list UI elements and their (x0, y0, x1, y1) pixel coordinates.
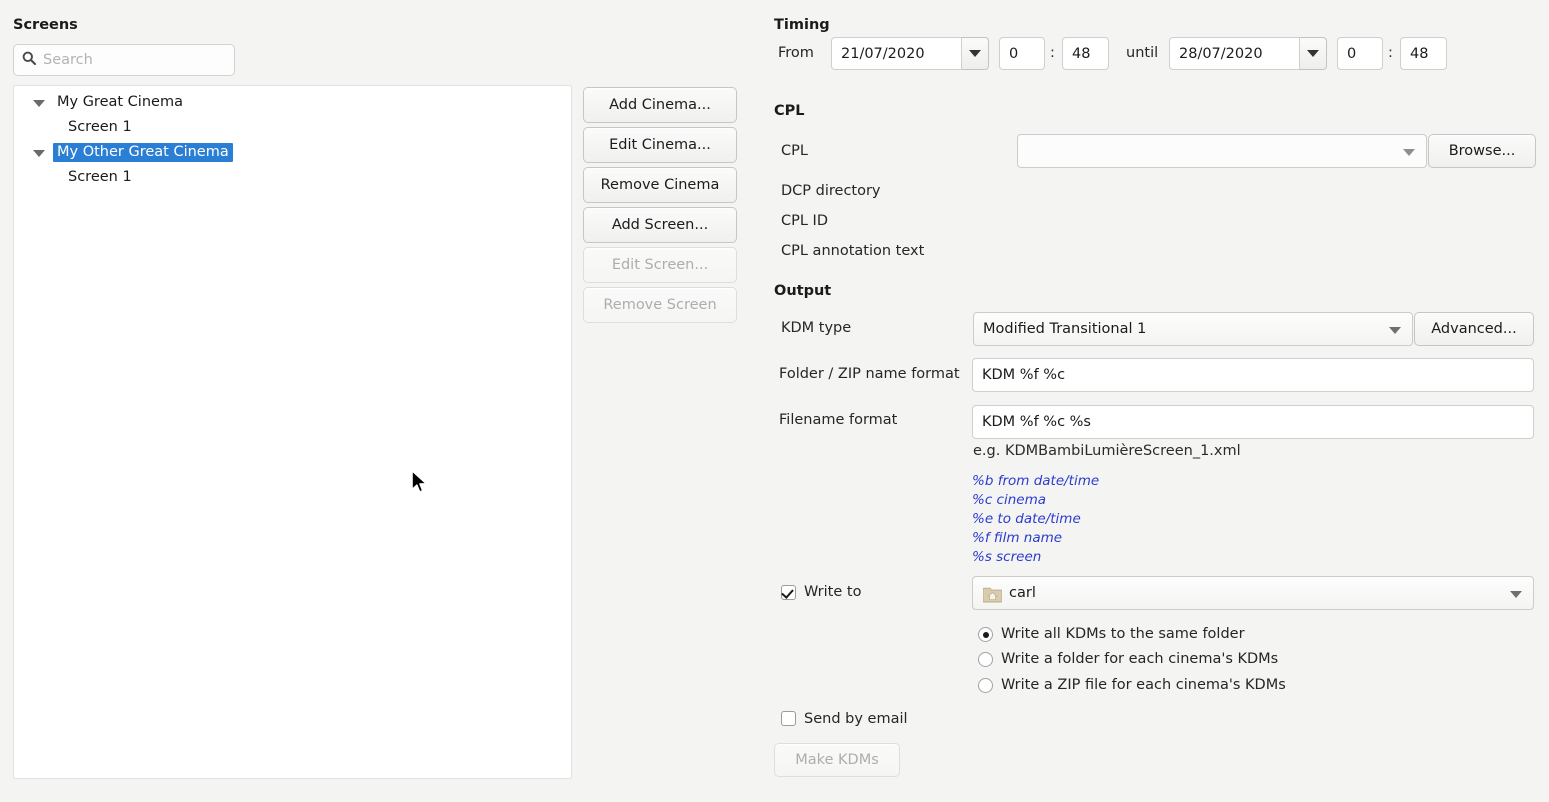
until-time-separator: : (1388, 45, 1393, 61)
radio-label-write-all-same-folder: Write all KDMs to the same folder (1001, 626, 1245, 642)
cpl-select[interactable] (1017, 134, 1427, 168)
tree-item-screen[interactable]: Screen 1 (14, 165, 571, 190)
filename-format-input[interactable]: KDM %f %c %s (972, 405, 1534, 439)
until-minute-field[interactable]: 48 (1400, 37, 1447, 70)
cpl-browse-button[interactable]: Browse... (1428, 134, 1536, 168)
until-date-dropdown-button[interactable] (1300, 37, 1327, 70)
tree-item-label: My Other Great Cinema (53, 143, 233, 162)
cinema-screen-tree[interactable]: My Great Cinema Screen 1 My Other Great … (13, 85, 572, 779)
cpl-heading: CPL (774, 103, 805, 119)
chevron-down-icon[interactable] (32, 96, 46, 110)
send-by-email-label: Send by email (804, 711, 908, 727)
kdm-creator-window: Screens Search My Great Cinema Screen 1 (0, 0, 1549, 802)
chevron-down-icon (1510, 591, 1522, 598)
tree-item-label: My Great Cinema (57, 94, 183, 110)
add-cinema-button[interactable]: Add Cinema... (583, 87, 737, 123)
filename-example-text: e.g. KDMBambiLumièreScreen_1.xml (973, 443, 1241, 459)
search-input[interactable]: Search (13, 44, 235, 76)
radio-label-write-zip-per-cinema: Write a ZIP file for each cinema's KDMs (1001, 677, 1286, 693)
kdm-type-label: KDM type (781, 320, 852, 336)
from-date-field[interactable]: 21/07/2020 (831, 37, 962, 70)
tree-item-label: Screen 1 (68, 119, 132, 135)
from-date-dropdown-button[interactable] (962, 37, 989, 70)
tree-item-label: Screen 1 (68, 169, 132, 185)
radio-write-folder-per-cinema[interactable] (978, 652, 993, 667)
placeholder-screen: %s screen (972, 549, 1042, 565)
placeholder-film-name: %f film name (972, 530, 1063, 546)
folder-zip-name-format-input[interactable]: KDM %f %c (972, 358, 1534, 392)
tree-item-cinema[interactable]: My Great Cinema (14, 90, 571, 115)
cpl-label: CPL (781, 143, 808, 159)
from-time-separator: : (1050, 45, 1055, 61)
cpl-id-label: CPL ID (781, 213, 828, 229)
chevron-down-icon (1389, 327, 1401, 334)
edit-screen-button: Edit Screen... (583, 247, 737, 283)
from-hour-field[interactable]: 0 (999, 37, 1045, 70)
tree-item-cinema-selected[interactable]: My Other Great Cinema (14, 140, 571, 165)
radio-write-all-same-folder[interactable] (978, 627, 993, 642)
cpl-annotation-label: CPL annotation text (781, 243, 925, 259)
write-to-checkbox[interactable] (781, 585, 796, 600)
output-heading: Output (774, 283, 832, 299)
remove-cinema-button[interactable]: Remove Cinema (583, 167, 737, 203)
search-icon (22, 51, 37, 69)
until-hour-field[interactable]: 0 (1337, 37, 1383, 70)
from-minute-field[interactable]: 48 (1062, 37, 1109, 70)
until-label: until (1126, 45, 1159, 61)
write-to-label: Write to (804, 584, 862, 600)
until-date-field[interactable]: 28/07/2020 (1169, 37, 1300, 70)
folder-zip-name-format-label: Folder / ZIP name format (779, 366, 960, 382)
kdm-advanced-button[interactable]: Advanced... (1414, 312, 1534, 346)
send-by-email-checkbox[interactable] (781, 711, 796, 726)
chevron-down-icon[interactable] (32, 146, 46, 160)
radio-label-write-folder-per-cinema: Write a folder for each cinema's KDMs (1001, 651, 1279, 667)
write-to-folder-value: carl (1009, 585, 1036, 601)
placeholder-cinema: %c cinema (972, 492, 1046, 508)
dcp-directory-label: DCP directory (781, 183, 881, 199)
home-folder-icon (982, 585, 1003, 607)
timing-heading: Timing (774, 17, 830, 33)
chevron-down-icon (1403, 149, 1415, 156)
edit-cinema-button[interactable]: Edit Cinema... (583, 127, 737, 163)
write-to-folder-select[interactable]: carl (972, 576, 1534, 610)
make-kdms-button: Make KDMs (774, 743, 900, 777)
format-placeholder-list: %b from date/time %c cinema %e to date/t… (972, 472, 1099, 567)
placeholder-to-date: %e to date/time (972, 511, 1081, 527)
tree-item-screen[interactable]: Screen 1 (14, 115, 571, 140)
screens-heading: Screens (13, 17, 78, 33)
screens-panel: Screens Search My Great Cinema Screen 1 (0, 0, 737, 802)
filename-format-label: Filename format (779, 412, 898, 428)
add-screen-button[interactable]: Add Screen... (583, 207, 737, 243)
kdm-type-value: Modified Transitional 1 (983, 321, 1147, 337)
placeholder-from-date: %b from date/time (972, 473, 1100, 489)
remove-screen-button: Remove Screen (583, 287, 737, 323)
radio-write-zip-per-cinema[interactable] (978, 678, 993, 693)
kdm-type-select[interactable]: Modified Transitional 1 (973, 312, 1413, 346)
from-label: From (778, 45, 814, 61)
search-placeholder: Search (43, 52, 93, 68)
